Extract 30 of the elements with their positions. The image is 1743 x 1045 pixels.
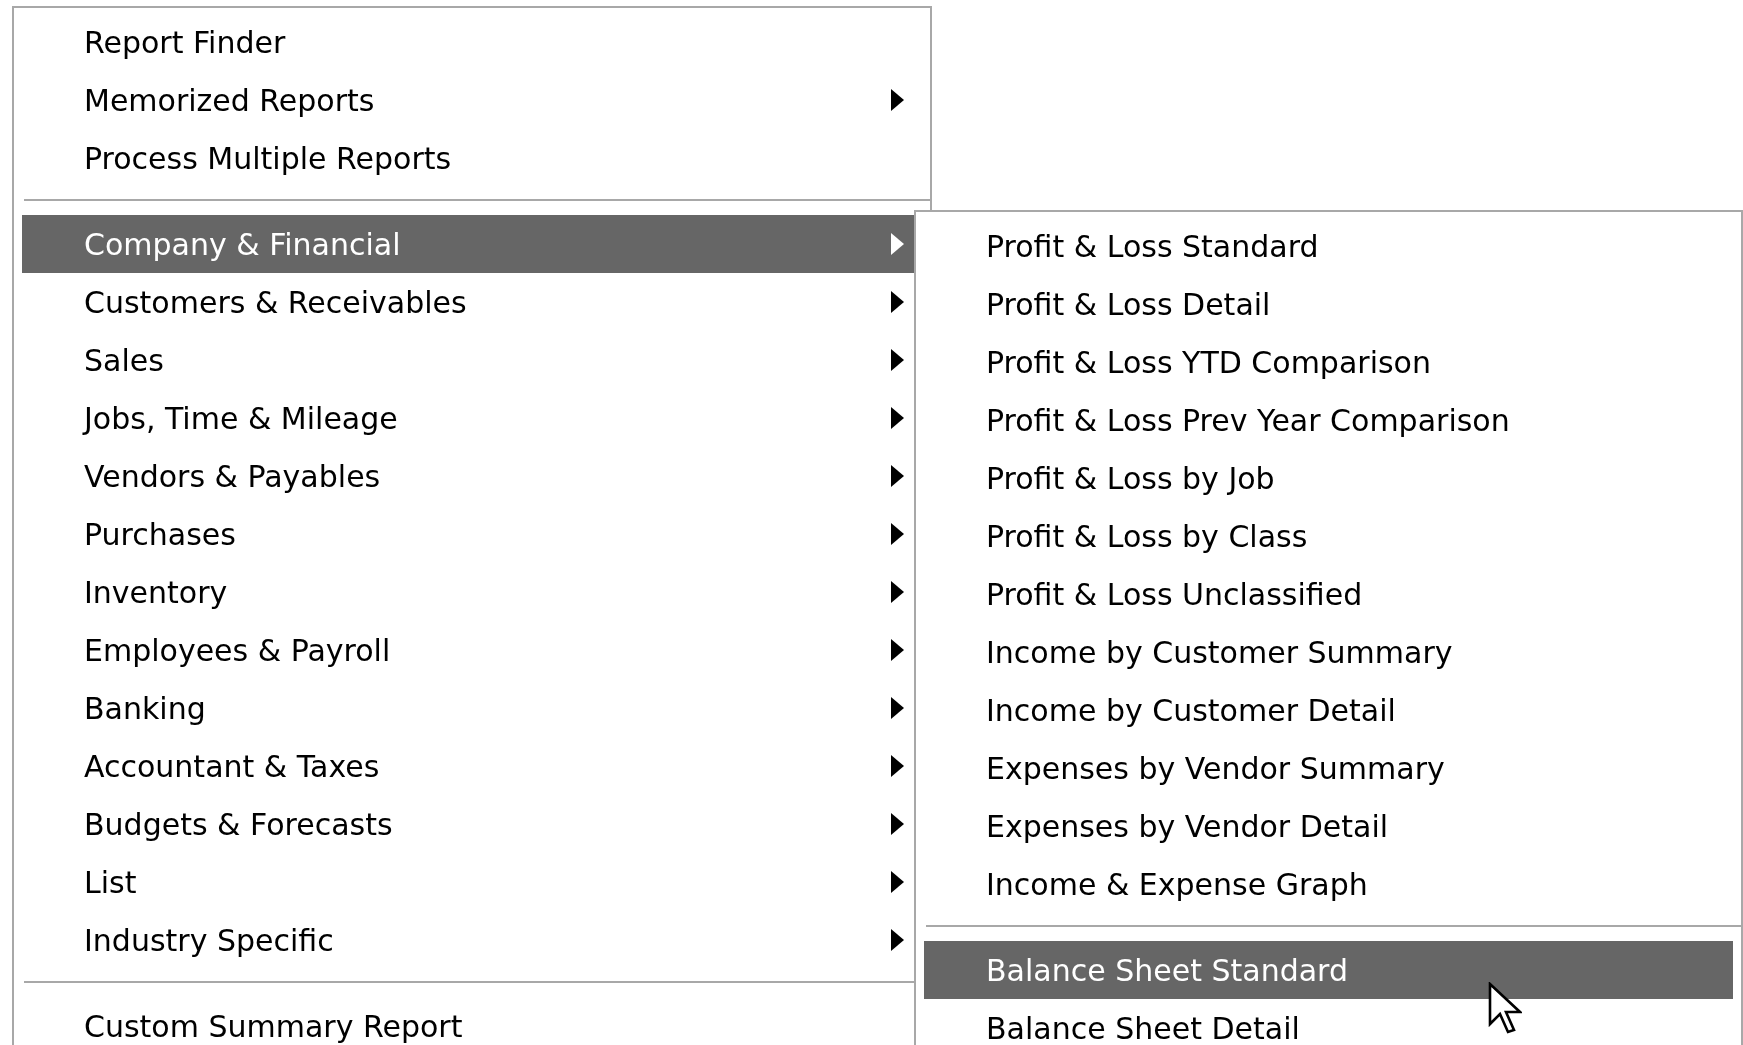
menu-item[interactable]: Profit & Loss Prev Year Comparison bbox=[924, 391, 1733, 449]
menu-item[interactable]: Profit & Loss by Class bbox=[924, 507, 1733, 565]
menu-item[interactable]: Balance Sheet Standard bbox=[924, 941, 1733, 999]
menu-item[interactable]: Customers & Receivables bbox=[22, 273, 922, 331]
menu-item[interactable]: Expenses by Vendor Detail bbox=[924, 797, 1733, 855]
menu-item[interactable]: Profit & Loss Unclassified bbox=[924, 565, 1733, 623]
menu-item[interactable]: Profit & Loss Standard bbox=[924, 217, 1733, 275]
menu-item[interactable]: Memorized Reports bbox=[22, 71, 922, 129]
menu-item[interactable]: Income by Customer Detail bbox=[924, 681, 1733, 739]
menu-item[interactable]: Process Multiple Reports bbox=[22, 129, 922, 187]
menu-item[interactable]: Report Finder bbox=[22, 13, 922, 71]
menu-item[interactable]: Vendors & Payables bbox=[22, 447, 922, 505]
menu-item[interactable]: Profit & Loss YTD Comparison bbox=[924, 333, 1733, 391]
menu-item[interactable]: Employees & Payroll bbox=[22, 621, 922, 679]
menu-item[interactable]: Industry Specific bbox=[22, 911, 922, 969]
menu-item[interactable]: Accountant & Taxes bbox=[22, 737, 922, 795]
menu-item[interactable]: Income & Expense Graph bbox=[924, 855, 1733, 913]
menu-item[interactable]: Budgets & Forecasts bbox=[22, 795, 922, 853]
menu-item[interactable]: Income by Customer Summary bbox=[924, 623, 1733, 681]
menu-item[interactable]: Profit & Loss Detail bbox=[924, 275, 1733, 333]
menu-item[interactable]: Profit & Loss by Job bbox=[924, 449, 1733, 507]
menu-item[interactable]: Expenses by Vendor Summary bbox=[924, 739, 1733, 797]
mouse-pointer-icon bbox=[1488, 982, 1522, 1036]
menu-item[interactable]: Sales bbox=[22, 331, 922, 389]
menu-item[interactable]: Balance Sheet Detail bbox=[924, 999, 1733, 1045]
menu-item[interactable]: Banking bbox=[22, 679, 922, 737]
menu-item[interactable]: Inventory bbox=[22, 563, 922, 621]
menu-item[interactable]: Jobs, Time & Mileage bbox=[22, 389, 922, 447]
menu-item[interactable]: Purchases bbox=[22, 505, 922, 563]
menu-item[interactable]: List bbox=[22, 853, 922, 911]
